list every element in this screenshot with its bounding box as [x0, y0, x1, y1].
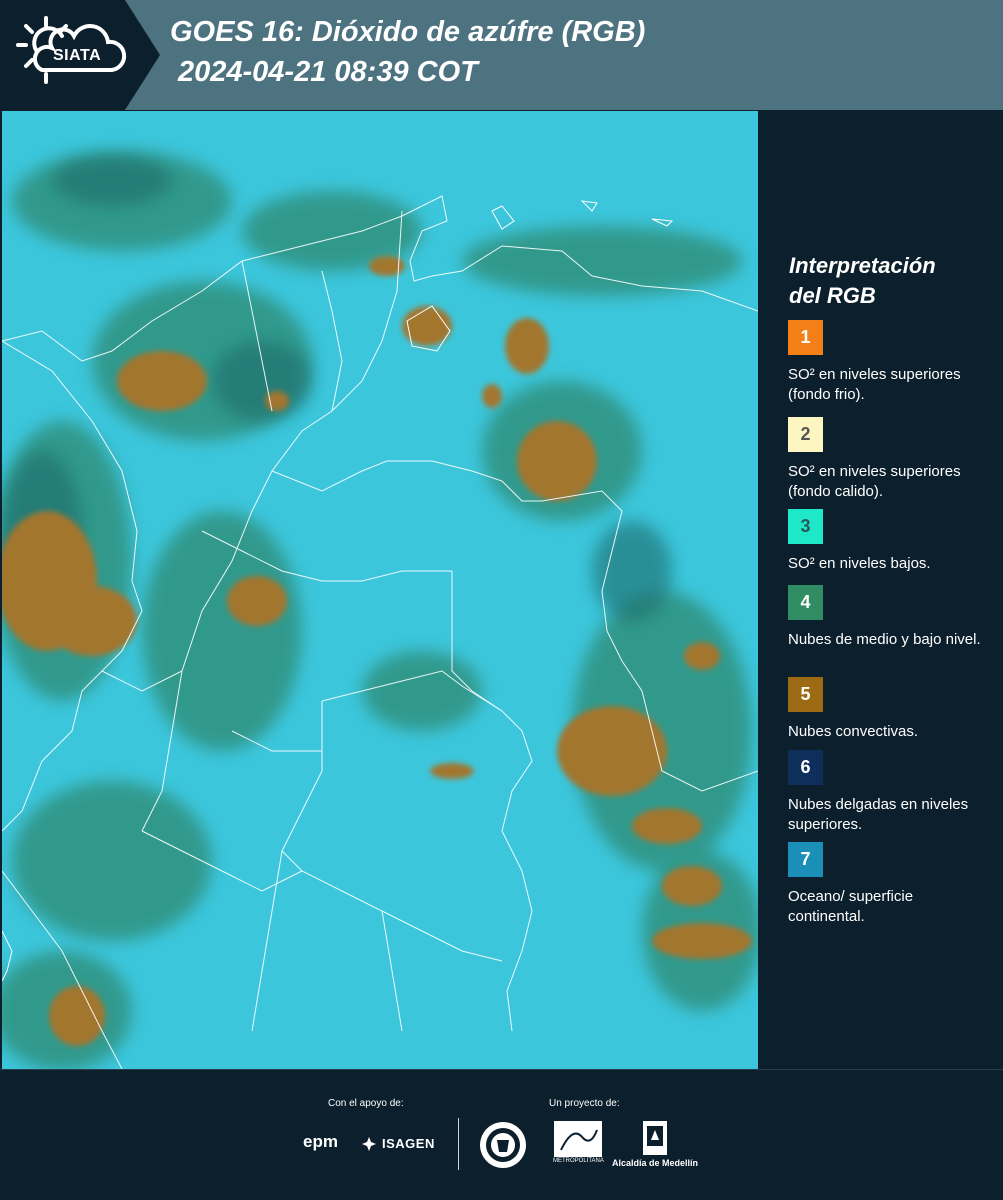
timestamp: 2024-04-21 08:39 COT	[178, 56, 478, 88]
legend-swatch-2: 2	[788, 417, 823, 452]
legend-text-1: SO² en niveles superiores (fondo frio).	[788, 366, 961, 403]
isagen-icon	[362, 1137, 376, 1151]
legend-text-4: Nubes de medio y bajo nivel.	[788, 631, 981, 648]
map-image	[2, 111, 758, 1069]
legend-item-5: 5 Nubes convectivas.	[788, 677, 993, 742]
legend-item-3: 3 SO² en niveles bajos.	[788, 509, 993, 574]
footer-divider	[458, 1118, 459, 1170]
alcaldia-logo: Alcaldía de Medellín	[612, 1158, 699, 1168]
header-bar: SIATA GOES 16: Dióxido de azúfre (RGB) 2…	[0, 0, 1003, 110]
legend-title: Interpretación del RGB	[789, 251, 936, 311]
alcaldia-shield-icon	[643, 1121, 667, 1155]
page-title: GOES 16: Dióxido de azúfre (RGB)	[170, 16, 646, 48]
legend-item-1: 1 SO² en niveles superiores (fondo frio)…	[788, 320, 993, 405]
legend-item-6: 6 Nubes delgadas en niveles superiores.	[788, 750, 993, 835]
legend-swatch-7: 7	[788, 842, 823, 877]
legend-item-4: 4 Nubes de medio y bajo nivel.	[788, 585, 993, 650]
legend-swatch-3: 3	[788, 509, 823, 544]
satellite-map	[2, 111, 758, 1069]
legend-text-5: Nubes convectivas.	[788, 723, 919, 740]
legend-text-2: SO² en niveles superiores (fondo calido)…	[788, 463, 961, 500]
legend-item-7: 7 Oceano/ superficie continental.	[788, 842, 993, 927]
legend-panel: Interpretación del RGB 1 SO² en niveles …	[760, 111, 1003, 1069]
legend-item-2: 2 SO² en niveles superiores (fondo calid…	[788, 417, 993, 502]
area-metropolitana-text: METROPOLITANA	[553, 1158, 604, 1164]
logo-text: SIATA	[53, 47, 102, 64]
project-label: Un proyecto de:	[549, 1098, 620, 1109]
area-metropolitana-icon	[554, 1121, 602, 1157]
legend-title-line2: del RGB	[789, 283, 876, 308]
medellin-seal-icon	[480, 1122, 526, 1168]
legend-swatch-1: 1	[788, 320, 823, 355]
siata-logo: SIATA	[0, 0, 160, 110]
footer: Con el apoyo de: Un proyecto de: epm ISA…	[0, 1069, 1003, 1200]
legend-text-7: Oceano/ superficie continental.	[788, 888, 914, 925]
epm-logo: epm	[303, 1132, 338, 1151]
legend-swatch-4: 4	[788, 585, 823, 620]
legend-text-6: Nubes delgadas en niveles superiores.	[788, 796, 969, 833]
isagen-logo: ISAGEN	[382, 1136, 435, 1151]
support-label: Con el apoyo de:	[328, 1098, 404, 1109]
legend-swatch-6: 6	[788, 750, 823, 785]
legend-swatch-5: 5	[788, 677, 823, 712]
legend-text-3: SO² en niveles bajos.	[788, 555, 931, 572]
legend-title-line1: Interpretación	[789, 253, 936, 278]
